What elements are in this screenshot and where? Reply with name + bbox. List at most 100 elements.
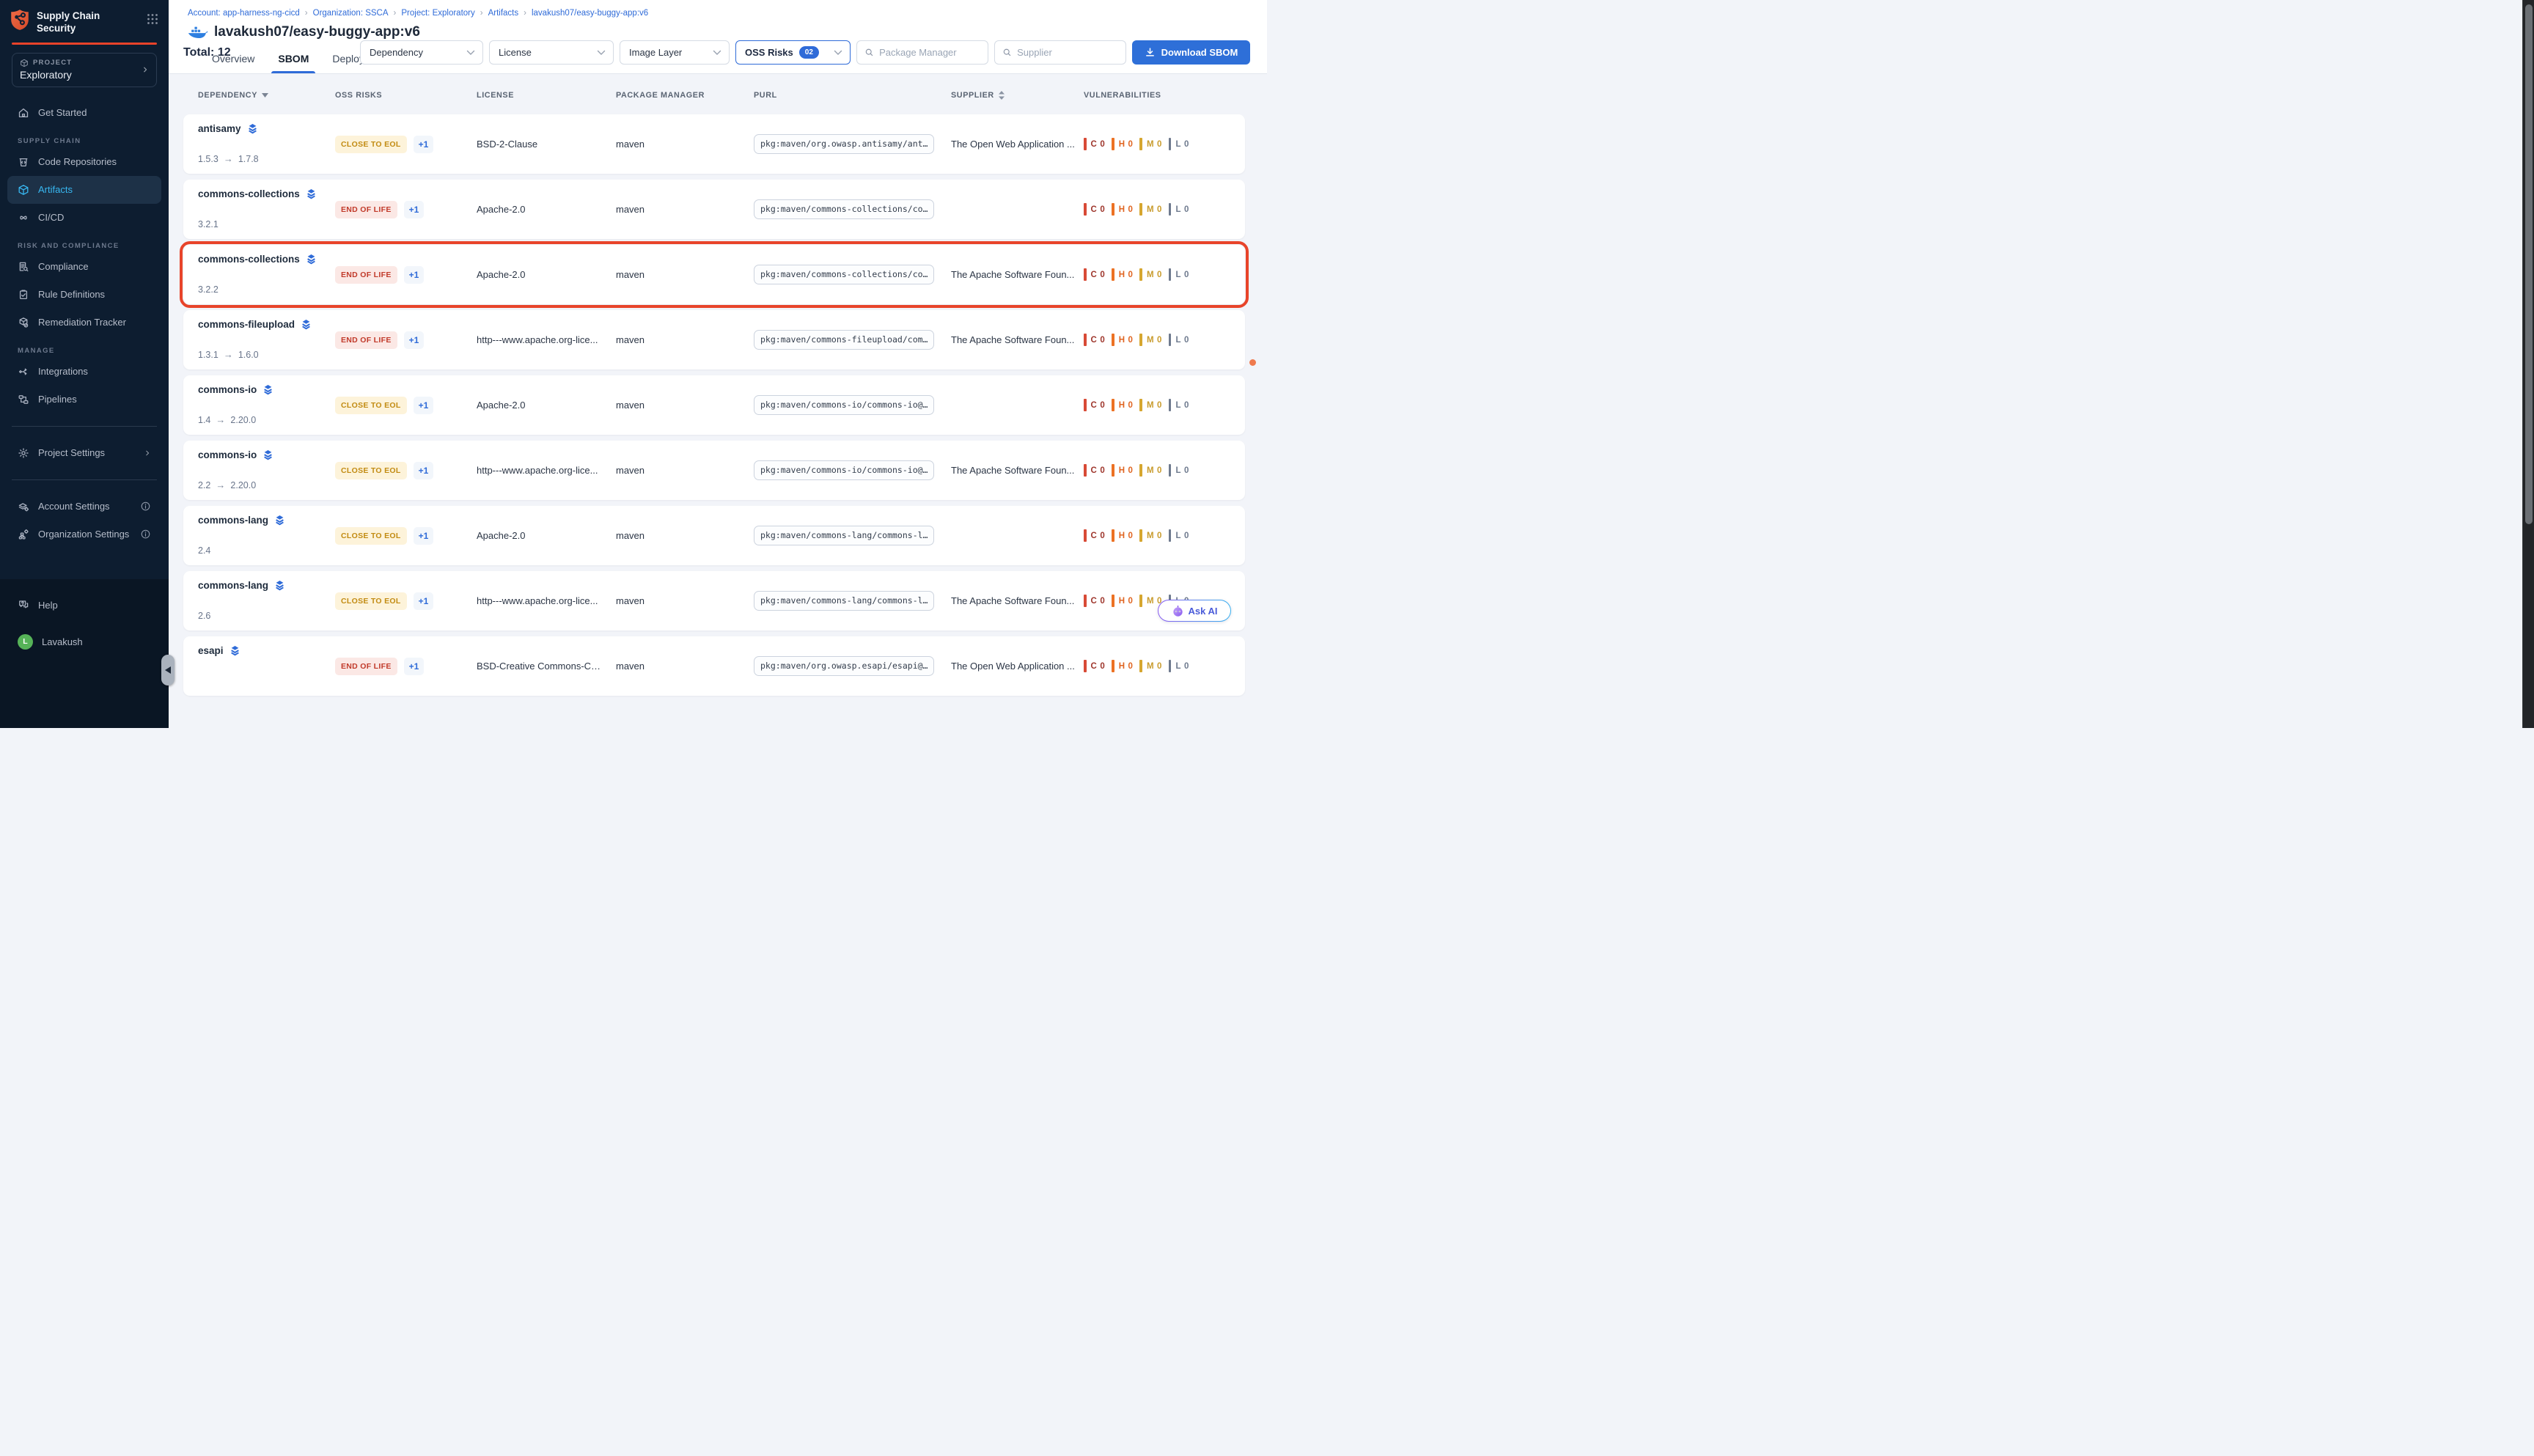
oss-risk-more-badge[interactable]: +1 xyxy=(414,136,434,153)
oss-risk-more-badge[interactable]: +1 xyxy=(414,527,434,545)
license-value: http---www.apache.org-lice... xyxy=(477,334,616,345)
table-row[interactable]: commons-lang 2.6 CLOSE TO EOL +1 http---… xyxy=(183,571,1245,630)
oss-risk-more-badge[interactable]: +1 xyxy=(404,201,425,218)
sidebar-item-organization-settings[interactable]: Organization Settings xyxy=(7,521,161,548)
download-icon xyxy=(1145,47,1156,58)
purl-value[interactable]: pkg:maven/commons-fileupload/com… xyxy=(754,330,934,350)
dependency-versions: 1.4→2.20.0 xyxy=(198,414,335,425)
sidebar-item-remediation-tracker[interactable]: Remediation Tracker xyxy=(7,309,161,337)
sidebar-item-cicd[interactable]: CI/CD xyxy=(7,204,161,232)
home-icon xyxy=(18,107,29,119)
table-row[interactable]: esapi END OF LIFE +1 BSD-Creative Common… xyxy=(183,636,1245,696)
breadcrumb-organization[interactable]: Organization: SSCA xyxy=(313,9,389,18)
dependency-versions: 2.4 xyxy=(198,545,335,556)
sidebar-item-integrations[interactable]: Integrations xyxy=(7,358,161,386)
purl-value[interactable]: pkg:maven/commons-collections/co… xyxy=(754,265,934,284)
table-row[interactable]: commons-io 1.4→2.20.0 CLOSE TO EOL +1 Ap… xyxy=(183,375,1245,435)
sidebar-collapse-handle[interactable] xyxy=(161,655,175,685)
dependency-versions xyxy=(198,675,335,686)
oss-risk-badge: CLOSE TO EOL xyxy=(335,592,407,610)
license-value: Apache-2.0 xyxy=(477,204,616,215)
layers-icon xyxy=(274,580,285,591)
layers-icon xyxy=(262,384,273,395)
oss-risks-filter-dropdown[interactable]: OSS Risks 02 xyxy=(735,40,851,65)
table-row[interactable]: commons-lang 2.4 CLOSE TO EOL +1 Apache-… xyxy=(183,506,1245,565)
column-purl[interactable]: PURL xyxy=(754,91,951,100)
image-layer-filter-dropdown[interactable]: Image Layer xyxy=(620,40,730,65)
scrollbar-track[interactable] xyxy=(2522,0,2534,728)
oss-risks-count-badge: 02 xyxy=(799,46,819,59)
sidebar-item-help[interactable]: Help xyxy=(7,591,161,619)
table-row[interactable]: commons-collections 3.2.2 END OF LIFE +1… xyxy=(183,245,1245,304)
vulnerability-counts: C0H0M0L0 xyxy=(1084,138,1245,150)
supplier-search-input[interactable] xyxy=(1017,47,1118,58)
oss-risk-more-badge[interactable]: +1 xyxy=(404,658,425,675)
vulnerability-counts: C0H0M0L0 xyxy=(1084,334,1245,346)
sidebar-item-artifacts[interactable]: Artifacts xyxy=(7,176,161,204)
supplier-value: The Open Web Application ... xyxy=(951,139,1084,150)
breadcrumb-artifact-name[interactable]: lavakush07/easy-buggy-app:v6 xyxy=(532,9,648,18)
column-oss-risks[interactable]: OSS RISKS xyxy=(335,91,477,100)
brand-accent-line xyxy=(12,43,157,45)
license-value: http---www.apache.org-lice... xyxy=(477,465,616,476)
breadcrumb-project[interactable]: Project: Exploratory xyxy=(401,9,474,18)
project-selector[interactable]: PROJECT Exploratory xyxy=(12,53,157,87)
sidebar-item-pipelines[interactable]: Pipelines xyxy=(7,386,161,413)
ask-ai-button[interactable]: Ask AI xyxy=(1158,600,1231,622)
sidebar-item-rule-definitions[interactable]: Rule Definitions xyxy=(7,281,161,309)
oss-risk-more-badge[interactable]: +1 xyxy=(404,266,425,284)
license-filter-dropdown[interactable]: License xyxy=(489,40,614,65)
purl-value[interactable]: pkg:maven/commons-lang/commons-l… xyxy=(754,526,934,545)
sidebar-item-get-started[interactable]: Get Started xyxy=(7,99,161,127)
column-supplier[interactable]: SUPPLIER xyxy=(951,91,1084,100)
sidebar-item-account-settings[interactable]: Account Settings xyxy=(7,493,161,521)
scrollbar-thumb[interactable] xyxy=(2525,4,2533,524)
search-icon xyxy=(1002,47,1012,58)
oss-risk-more-badge[interactable]: +1 xyxy=(404,331,425,349)
integrations-icon xyxy=(18,366,29,378)
license-value: BSD-Creative Commons-C… xyxy=(477,661,616,672)
purl-value[interactable]: pkg:maven/commons-io/commons-io@… xyxy=(754,460,934,480)
oss-risk-badge: END OF LIFE xyxy=(335,201,397,218)
vulnerability-counts: C0H0M0L0 xyxy=(1084,268,1245,281)
breadcrumb-artifacts[interactable]: Artifacts xyxy=(488,9,519,18)
box-tag-icon xyxy=(18,317,29,328)
user-menu[interactable]: L Lavakush xyxy=(7,628,161,655)
sidebar-item-compliance[interactable]: Compliance xyxy=(7,253,161,281)
purl-value[interactable]: pkg:maven/org.owasp.antisamy/ant… xyxy=(754,134,934,154)
purl-value[interactable]: pkg:maven/commons-collections/co… xyxy=(754,199,934,219)
vulnerability-counts: C0H0M0L0 xyxy=(1084,203,1245,216)
breadcrumb-account[interactable]: Account: app-harness-ng-cicd xyxy=(188,9,300,18)
sidebar-item-project-settings[interactable]: Project Settings xyxy=(7,439,161,467)
module-grid-icon[interactable] xyxy=(147,9,158,29)
app-title: Supply Chain Security xyxy=(37,9,100,35)
column-package-manager[interactable]: PACKAGE MANAGER xyxy=(616,91,754,100)
column-vulnerabilities[interactable]: VULNERABILITIES xyxy=(1084,91,1245,100)
column-dependency[interactable]: DEPENDENCY xyxy=(198,91,335,100)
table-row[interactable]: commons-io 2.2→2.20.0 CLOSE TO EOL +1 ht… xyxy=(183,441,1245,500)
table-row[interactable]: commons-collections 3.2.1 END OF LIFE +1… xyxy=(183,180,1245,239)
dependency-name: commons-lang xyxy=(198,580,268,591)
oss-risk-more-badge[interactable]: +1 xyxy=(414,592,434,610)
purl-value[interactable]: pkg:maven/commons-io/commons-io@… xyxy=(754,395,934,415)
oss-risk-more-badge[interactable]: +1 xyxy=(414,462,434,479)
document-search-icon xyxy=(18,261,29,273)
table-row[interactable]: antisamy 1.5.3→1.7.8 CLOSE TO EOL +1 BSD… xyxy=(183,114,1245,174)
dependency-name: commons-collections xyxy=(198,254,300,265)
collapse-left-icon xyxy=(165,666,171,674)
sidebar-item-code-repositories[interactable]: Code Repositories xyxy=(7,148,161,176)
dependency-filter-dropdown[interactable]: Dependency xyxy=(360,40,483,65)
vulnerability-counts: C0H0M0L0 xyxy=(1084,529,1245,542)
purl-value[interactable]: pkg:maven/commons-lang/commons-l… xyxy=(754,591,934,611)
purl-value[interactable]: pkg:maven/org.owasp.esapi/esapi@… xyxy=(754,656,934,676)
breadcrumb-separator: › xyxy=(480,9,483,18)
layers-icon xyxy=(274,515,285,526)
column-license[interactable]: LICENSE xyxy=(477,91,616,100)
sidebar-divider xyxy=(12,479,157,480)
package-manager-value: maven xyxy=(616,465,754,476)
package-manager-search-input[interactable] xyxy=(879,47,980,58)
download-sbom-button[interactable]: Download SBOM xyxy=(1132,40,1250,65)
oss-risk-more-badge[interactable]: +1 xyxy=(414,397,434,414)
layers-icon xyxy=(306,188,317,199)
table-row[interactable]: commons-fileupload 1.3.1→1.6.0 END OF LI… xyxy=(183,310,1245,369)
